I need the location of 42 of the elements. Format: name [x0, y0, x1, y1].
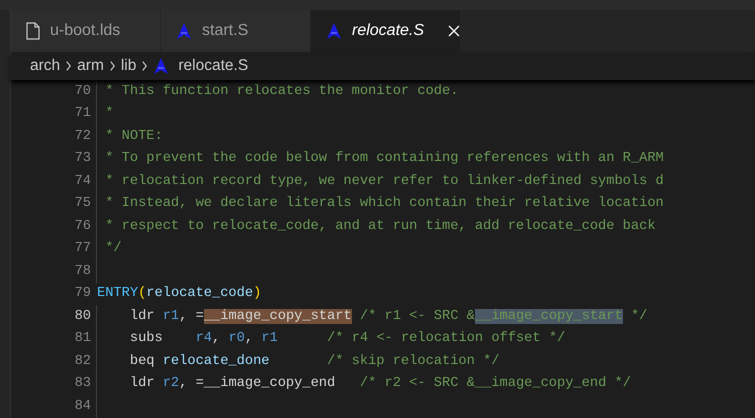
line-number: 72 — [74, 128, 91, 144]
code-line: * NOTE: — [104, 128, 163, 144]
line-number: 73 — [74, 151, 91, 166]
line-number: 70 — [74, 84, 91, 99]
line-number: 75 — [74, 196, 91, 212]
triangle-icon — [326, 23, 342, 39]
code-line: * respect to relocate_code, and at run time, add relocate_code back — [104, 218, 656, 234]
line-number: 83 — [74, 376, 91, 392]
close-icon[interactable] — [448, 25, 460, 37]
line-number: 78 — [74, 264, 91, 279]
code-line: * Instead, we declare literals which contain their relative location — [104, 196, 664, 212]
editor-tab[interactable]: relocate.S — [311, 10, 461, 52]
code-line: beq relocate_done /* skip relocation */ — [128, 354, 500, 369]
chevron-icon — [108, 60, 116, 72]
chevron-icon — [141, 60, 148, 72]
line-number: 82 — [74, 354, 91, 369]
line-number: 71 — [74, 106, 91, 122]
file-icon — [26, 22, 40, 40]
code-line: */ — [104, 241, 122, 256]
editor-tab[interactable]: start.S — [161, 10, 311, 52]
line-number: 74 — [74, 174, 91, 189]
code-line: subs r4, r0, r1 /* r4 <- relocation offset */ — [128, 331, 566, 346]
code-line: ENTRY(relocate_code) — [97, 286, 262, 302]
line-number: 81 — [74, 331, 91, 346]
breadcrumb-item[interactable]: lib — [120, 57, 136, 75]
line-number: 79 — [74, 286, 91, 302]
line-number: 77 — [74, 241, 91, 256]
code-line: * relocation record type, we never refer to linker-defined symbols d — [104, 174, 664, 189]
breadcrumb-item[interactable]: relocate.S — [178, 57, 248, 75]
triangle-icon — [153, 58, 170, 74]
code-line: * To prevent the code below from containing references with an R_ARM — [104, 151, 664, 166]
triangle-icon — [176, 23, 192, 39]
breadcrumb-item[interactable]: arm — [77, 57, 104, 75]
code-line: * This function relocates the monitor code. — [104, 84, 458, 99]
breadcrumb-item[interactable]: arch — [30, 57, 60, 75]
code-line: ldr r2, =__image_copy_end /* r2 <- SRC &__image_copy_end */ — [128, 376, 631, 392]
chevron-icon — [65, 60, 72, 72]
editor-tab[interactable]: u-boot.lds — [11, 10, 161, 52]
code-line: * — [104, 106, 114, 122]
line-number: 84 — [74, 398, 91, 414]
line-number: 76 — [74, 218, 91, 234]
line-number: 80 — [74, 308, 91, 324]
